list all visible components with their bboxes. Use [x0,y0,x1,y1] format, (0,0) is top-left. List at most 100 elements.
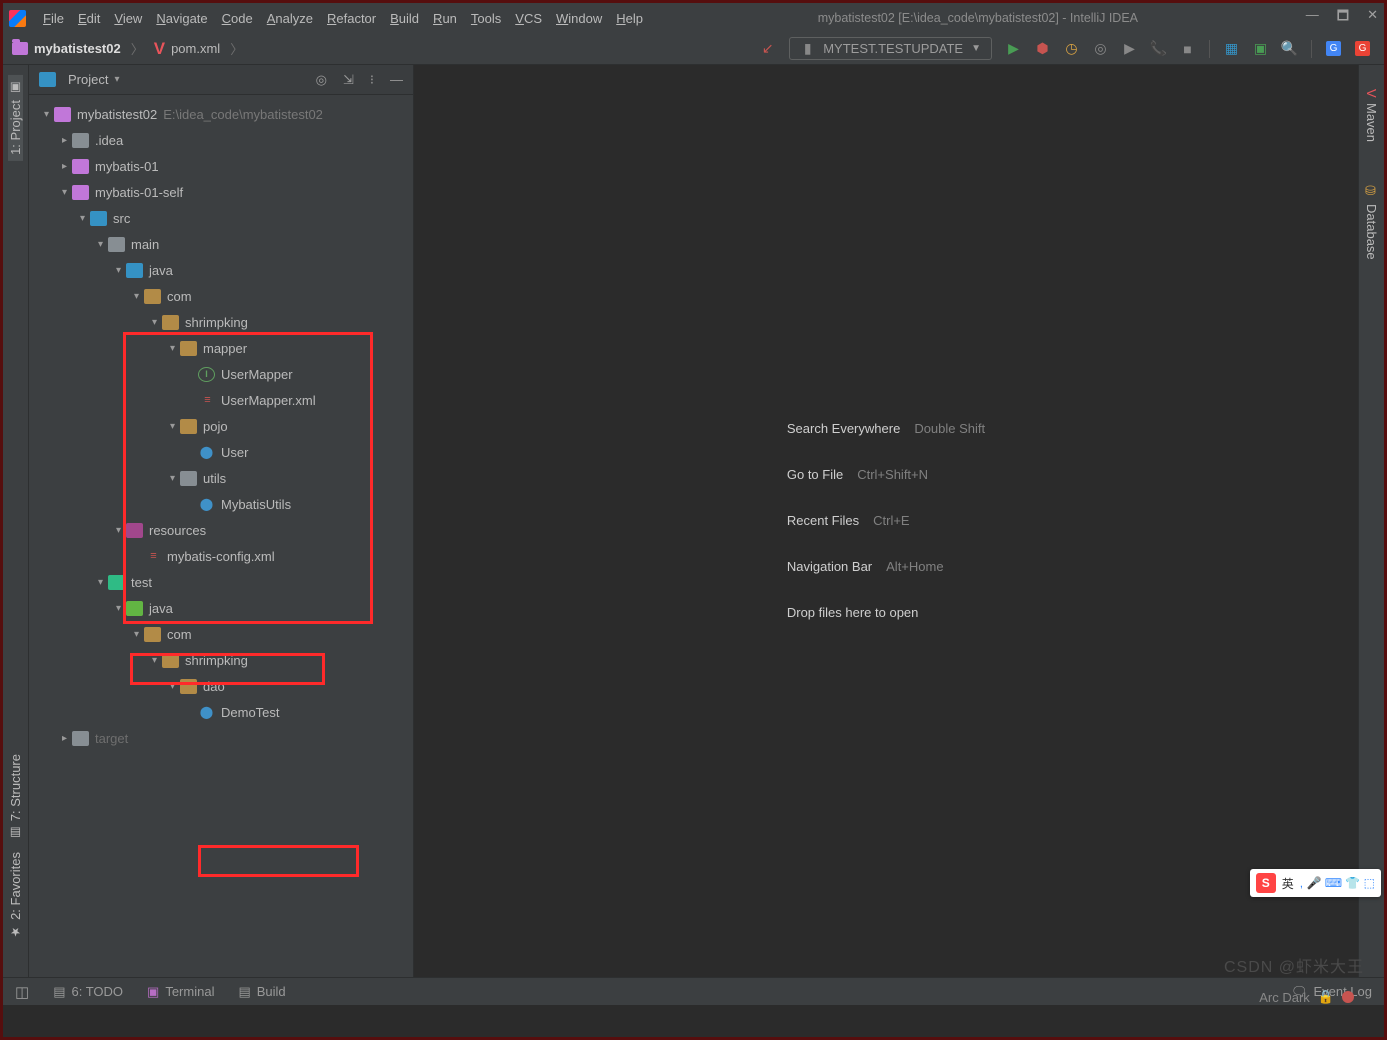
editor-empty[interactable]: Search EverywhereDouble ShiftGo to FileC… [414,65,1358,977]
run-config-selector[interactable]: ▮ MYTEST.TESTUPDATE ▼ [789,37,992,60]
menu-help[interactable]: Help [609,7,650,30]
coverage-icon[interactable]: ◷ [1064,41,1079,56]
maximize-icon[interactable]: 🗖 [1337,7,1349,29]
tool-project-tab[interactable]: 1: Project ▣ [8,75,23,161]
ime-tray[interactable]: S 英 , 🎤 ⌨ 👕 ⬚ [1250,869,1381,897]
translate-icon[interactable]: G [1326,41,1341,56]
git-icon[interactable]: ▣ [1253,41,1268,56]
tree-node[interactable]: shrimpking [29,647,413,673]
target-icon[interactable]: ◎ [316,72,327,88]
tree-node[interactable]: mybatistest02E:\idea_code\mybatistest02 [29,101,413,127]
tree-node[interactable]: java [29,595,413,621]
tree-node[interactable]: resources [29,517,413,543]
stop2-icon[interactable]: ■ [1180,41,1195,56]
collapse-icon[interactable]: ⇲ [343,72,354,88]
breadcrumb-file[interactable]: pom.xml [171,41,220,56]
settings-icon[interactable]: ⁝ [370,72,374,88]
tree-arrow-icon[interactable] [147,317,162,328]
menu-run[interactable]: Run [426,7,464,30]
debug-icon[interactable]: ⬢ [1035,41,1050,56]
tool-structure-tab[interactable]: ▤ 7: Structure [8,748,23,846]
tree-arrow-icon[interactable] [75,213,90,224]
tree-node[interactable]: src [29,205,413,231]
tree-i-cls-icon [198,497,215,512]
menu-view[interactable]: View [107,7,149,30]
tree-node[interactable]: UserMapper [29,361,413,387]
tree-node[interactable]: DemoTest [29,699,413,725]
hide-icon[interactable]: — [390,72,403,88]
minimize-icon[interactable]: — [1306,7,1319,29]
status-todo[interactable]: ▤ 6: TODO [53,984,123,1000]
menu-refactor[interactable]: Refactor [320,7,383,30]
layout-icon[interactable]: ▦ [1224,41,1239,56]
tree-arrow-icon[interactable] [57,733,72,744]
tree-node[interactable]: MybatisUtils [29,491,413,517]
tree-arrow-icon[interactable] [129,629,144,640]
tree-arrow-icon[interactable] [93,239,108,250]
tree-node[interactable]: mybatis-01 [29,153,413,179]
run-icon[interactable]: ▶ [1006,41,1021,56]
menu-vcs[interactable]: VCS [508,7,549,30]
tree-arrow-icon[interactable] [57,135,72,146]
tree-node[interactable]: pojo [29,413,413,439]
menu-edit[interactable]: Edit [71,7,107,30]
tree-node[interactable]: User [29,439,413,465]
tool-maven-tab[interactable]: V Maven [1364,83,1379,148]
close-icon[interactable]: ✕ [1367,7,1378,29]
tool-database-tab[interactable]: ⛁ Database [1364,178,1379,266]
tree-node[interactable]: dao [29,673,413,699]
chevron-right-icon: 〉 [230,39,243,58]
tree-arrow-icon[interactable] [147,655,162,666]
tree-node[interactable]: mapper [29,335,413,361]
tree-node[interactable]: com [29,621,413,647]
drop-hint: Drop files here to open [787,590,985,636]
tree-node[interactable]: test [29,569,413,595]
tree-node[interactable]: .idea [29,127,413,153]
tree-arrow-icon[interactable] [57,161,72,172]
menu-code[interactable]: Code [215,7,260,30]
tree-arrow-icon[interactable] [39,109,54,120]
tree-arrow-icon[interactable] [57,187,72,198]
tree-arrow-icon[interactable] [93,577,108,588]
status-terminal[interactable]: ▣ Terminal [147,984,214,1000]
tree-arrow-icon[interactable] [165,343,180,354]
tree-arrow-icon[interactable] [111,265,126,276]
breadcrumb-root[interactable]: mybatistest02 [34,41,121,56]
tree-node[interactable]: target [29,725,413,751]
menu-file[interactable]: File [36,7,71,30]
search-icon[interactable]: 🔍 [1282,41,1297,56]
tree-node[interactable]: main [29,231,413,257]
tree-node[interactable]: ≡mybatis-config.xml [29,543,413,569]
tree-node[interactable]: mybatis-01-self [29,179,413,205]
stop-icon[interactable]: 📞 [1151,41,1166,56]
status-build[interactable]: ▤ Build [238,984,285,1000]
tree-arrow-icon[interactable] [111,525,126,536]
tree-node[interactable]: java [29,257,413,283]
tree-node[interactable]: ≡UserMapper.xml [29,387,413,413]
project-tree[interactable]: mybatistest02E:\idea_code\mybatistest02.… [29,95,413,977]
notification-dot-icon[interactable] [1342,991,1354,1003]
tree-arrow-icon[interactable] [165,473,180,484]
pin-icon[interactable]: ↙ [760,41,775,56]
profile-icon[interactable]: ◎ [1093,41,1108,56]
menu-tools[interactable]: Tools [464,7,508,30]
lock-icon[interactable]: 🔒 [1318,989,1334,1005]
menu-navigate[interactable]: Navigate [149,7,214,30]
menu-analyze[interactable]: Analyze [260,7,320,30]
translate2-icon[interactable]: G [1355,41,1370,56]
tool-window-switcher-icon[interactable]: ◫ [15,983,29,1001]
tree-node[interactable]: com [29,283,413,309]
tree-arrow-icon[interactable] [129,291,144,302]
right-gutter: V Maven ⛁ Database [1358,65,1384,977]
panel-title[interactable]: Project [68,72,108,87]
chevron-down-icon[interactable]: ▾ [114,74,119,85]
tree-node[interactable]: utils [29,465,413,491]
tree-arrow-icon[interactable] [165,681,180,692]
tree-arrow-icon[interactable] [165,421,180,432]
tree-node[interactable]: shrimpking [29,309,413,335]
menu-build[interactable]: Build [383,7,426,30]
tree-arrow-icon[interactable] [111,603,126,614]
attach-icon[interactable]: ▶ [1122,41,1137,56]
tool-favorites-tab[interactable]: ★ 2: Favorites [8,846,23,945]
menu-window[interactable]: Window [549,7,609,30]
